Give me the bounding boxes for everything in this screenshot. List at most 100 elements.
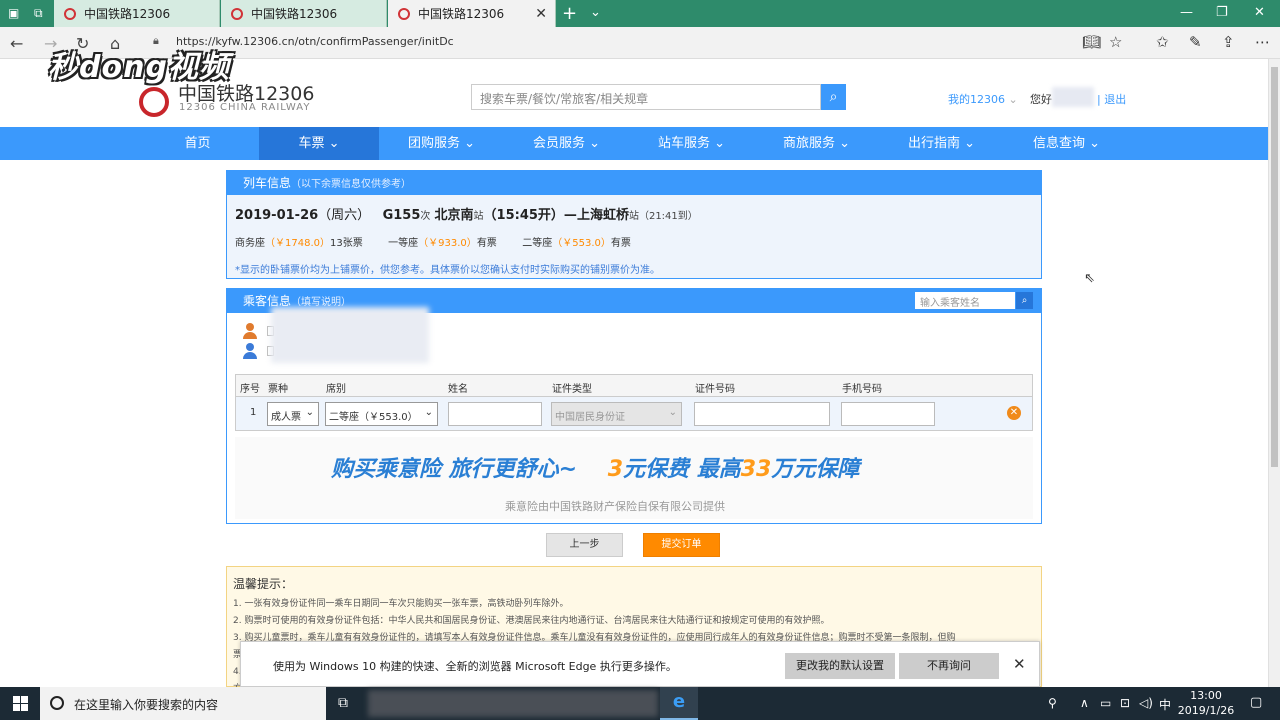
nav-station-service[interactable]: 站车服务 ⌄: [629, 127, 754, 160]
nav-travel-guide[interactable]: 出行指南 ⌄: [879, 127, 1004, 160]
favorites-hub-icon[interactable]: ✩: [1156, 33, 1169, 51]
section-hint: （以下余票信息仅供参考）: [291, 179, 412, 190]
network-icon[interactable]: ⊡: [1120, 696, 1130, 710]
travel-date: 2019-01-26: [235, 208, 319, 223]
battery-icon[interactable]: ▭: [1100, 696, 1111, 710]
new-tab-icon[interactable]: +: [562, 3, 577, 24]
tab-manager-icon[interactable]: ▣: [8, 6, 22, 20]
seat-availability-count: 有票: [610, 238, 631, 249]
task-view-icon[interactable]: ⧉: [338, 695, 348, 711]
browser-tab-bar: ▣ ⧉ 中国铁路12306 中国铁路12306 中国铁路12306 ✕ + ⌄ …: [0, 0, 1280, 27]
passenger-search-input[interactable]: 输入乘客姓名: [915, 292, 1015, 309]
ticket-type-select[interactable]: 成人票 ⌄: [267, 402, 319, 426]
site-search-input[interactable]: 搜索车票/餐饮/常旅客/相关规章: [471, 84, 821, 110]
search-icon: ⌕: [829, 89, 838, 105]
search-button[interactable]: ⌕: [821, 84, 846, 110]
cortana-icon: [50, 696, 64, 710]
volume-icon[interactable]: ◁): [1139, 696, 1153, 710]
close-window-icon[interactable]: ✕: [1254, 5, 1265, 20]
depart-time: （15:45开）—: [483, 208, 577, 223]
set-aside-tabs-icon[interactable]: ⧉: [34, 6, 48, 20]
maximize-icon[interactable]: ❐: [1216, 5, 1228, 20]
submit-order-button[interactable]: 提交订单: [643, 533, 720, 557]
web-note-icon[interactable]: ✎: [1189, 33, 1202, 51]
nav-tickets[interactable]: 车票 ⌄: [259, 127, 379, 160]
tab-preview-chevron-icon[interactable]: ⌄: [590, 5, 601, 20]
seat-value: 二等座（￥553.0）: [329, 412, 418, 423]
chevron-down-icon: ⌄: [668, 407, 677, 418]
arrive-time: （21:41到）: [638, 211, 698, 222]
col-ticket-type: 票种: [268, 384, 288, 395]
promo-highlight: 33: [740, 457, 772, 482]
train-number: G155: [382, 208, 421, 223]
favorite-star-icon[interactable]: ☆: [1109, 33, 1122, 51]
seat-availability: 商务座（￥1748.0）13张票 一等座（￥933.0）有票 二等座（￥553.…: [235, 234, 631, 249]
nav-info-query[interactable]: 信息查询 ⌄: [1004, 127, 1129, 160]
windows-start-icon[interactable]: [13, 696, 28, 711]
seat-price: （￥933.0）: [418, 238, 477, 249]
page-scrollbar[interactable]: [1268, 59, 1280, 687]
people-icon[interactable]: ⚲: [1048, 696, 1057, 710]
train-summary: 2019-01-26（周六） G155次 北京南站（15:45开）—上海虹桥站（…: [235, 204, 698, 223]
ime-indicator[interactable]: 中: [1159, 696, 1171, 713]
nav-member-service[interactable]: 会员服务 ⌄: [504, 127, 629, 160]
col-id-number: 证件号码: [695, 384, 735, 395]
clock-time: 13:00: [1190, 689, 1222, 702]
section-title: 列车信息: [243, 176, 292, 190]
name-input[interactable]: [448, 402, 542, 426]
browser-tab-2[interactable]: 中国铁路12306: [221, 0, 387, 27]
taskbar-clock[interactable]: 13:00 2019/1/26: [1176, 688, 1236, 718]
logout-link[interactable]: | 退出: [1097, 91, 1126, 107]
promo-text: 购买乘意险 旅行更舒心~: [331, 457, 578, 482]
my12306-link[interactable]: 我的12306 ⌄: [948, 91, 1018, 107]
reading-view-icon[interactable]: 📖︎: [1082, 33, 1101, 51]
nav-business-service[interactable]: 商旅服务 ⌄: [754, 127, 879, 160]
passenger-info-panel: 乘客信息（填写说明） 输入乘客姓名 ⌕ 序号 票种 席别 姓名 证件类型 证件号…: [226, 288, 1042, 524]
edge-taskbar-icon[interactable]: e: [660, 687, 698, 720]
browser-tab-1[interactable]: 中国铁路12306: [54, 0, 220, 27]
chevron-down-icon: ⌄: [424, 407, 433, 418]
train-suffix: 次: [420, 211, 431, 222]
seat-select[interactable]: 二等座（￥553.0） ⌄: [325, 402, 438, 426]
promo-highlight: 3: [607, 457, 624, 482]
change-default-button[interactable]: 更改我的默认设置: [785, 653, 895, 679]
action-center-icon[interactable]: ▢: [1250, 695, 1262, 710]
remove-passenger-icon[interactable]: ✕: [1007, 406, 1021, 420]
phone-input[interactable]: [841, 402, 935, 426]
station-suffix: 站: [473, 211, 484, 222]
china-railway-logo-icon[interactable]: [139, 87, 169, 117]
nav-group-service[interactable]: 团购服务 ⌄: [379, 127, 504, 160]
railway-favicon-icon: [64, 7, 76, 20]
promo-text: 万元保障: [771, 457, 860, 482]
mouse-cursor-icon: ⇖: [1084, 271, 1095, 286]
search-icon: ⌕: [1021, 295, 1028, 306]
dont-ask-again-button[interactable]: 不再询问: [899, 653, 999, 679]
promo-headline: 购买乘意险 旅行更舒心~ 3元保费 最高33万元保障: [331, 451, 859, 483]
edge-default-browser-prompt: 使用为 Windows 10 构建的快速、全新的浏览器 Microsoft Ed…: [240, 641, 1040, 687]
tray-chevron-up-icon[interactable]: ∧: [1080, 696, 1089, 710]
close-icon[interactable]: ✕: [1013, 655, 1026, 673]
passenger-search-button[interactable]: ⌕: [1016, 292, 1033, 309]
back-icon[interactable]: ←: [10, 34, 23, 53]
seat-name: 商务座: [235, 238, 265, 249]
close-tab-icon[interactable]: ✕: [535, 6, 547, 22]
greeting: 您好: [1030, 93, 1052, 106]
scrollbar-thumb[interactable]: [1271, 67, 1278, 467]
previous-step-button[interactable]: 上一步: [546, 533, 623, 557]
taskbar-search-placeholder: 在这里输入你要搜索的内容: [74, 698, 219, 712]
id-type-select[interactable]: 中国居民身份证 ⌄: [551, 402, 682, 426]
row-number: 1: [250, 407, 257, 418]
nav-home[interactable]: 首页: [136, 127, 259, 160]
id-number-input[interactable]: [694, 402, 830, 426]
minimize-icon[interactable]: —: [1180, 5, 1193, 20]
passenger-table: 序号 票种 席别 姓名 证件类型 证件号码 手机号码 1 成人票 ⌄ 二等座（￥5…: [235, 374, 1033, 431]
to-station: 上海虹桥: [576, 208, 629, 223]
taskbar-search[interactable]: 在这里输入你要搜索的内容: [40, 687, 326, 720]
col-name: 姓名: [448, 384, 468, 395]
share-icon[interactable]: ⇪: [1222, 33, 1235, 51]
more-menu-icon[interactable]: ⋯: [1255, 33, 1270, 51]
insurance-promo-banner[interactable]: 购买乘意险 旅行更舒心~ 3元保费 最高33万元保障 乘意险由中国铁路财产保险自…: [235, 437, 1033, 519]
col-no: 序号: [240, 384, 260, 395]
tab-title: 中国铁路12306: [251, 7, 338, 21]
browser-tab-3[interactable]: 中国铁路12306 ✕: [388, 0, 556, 27]
